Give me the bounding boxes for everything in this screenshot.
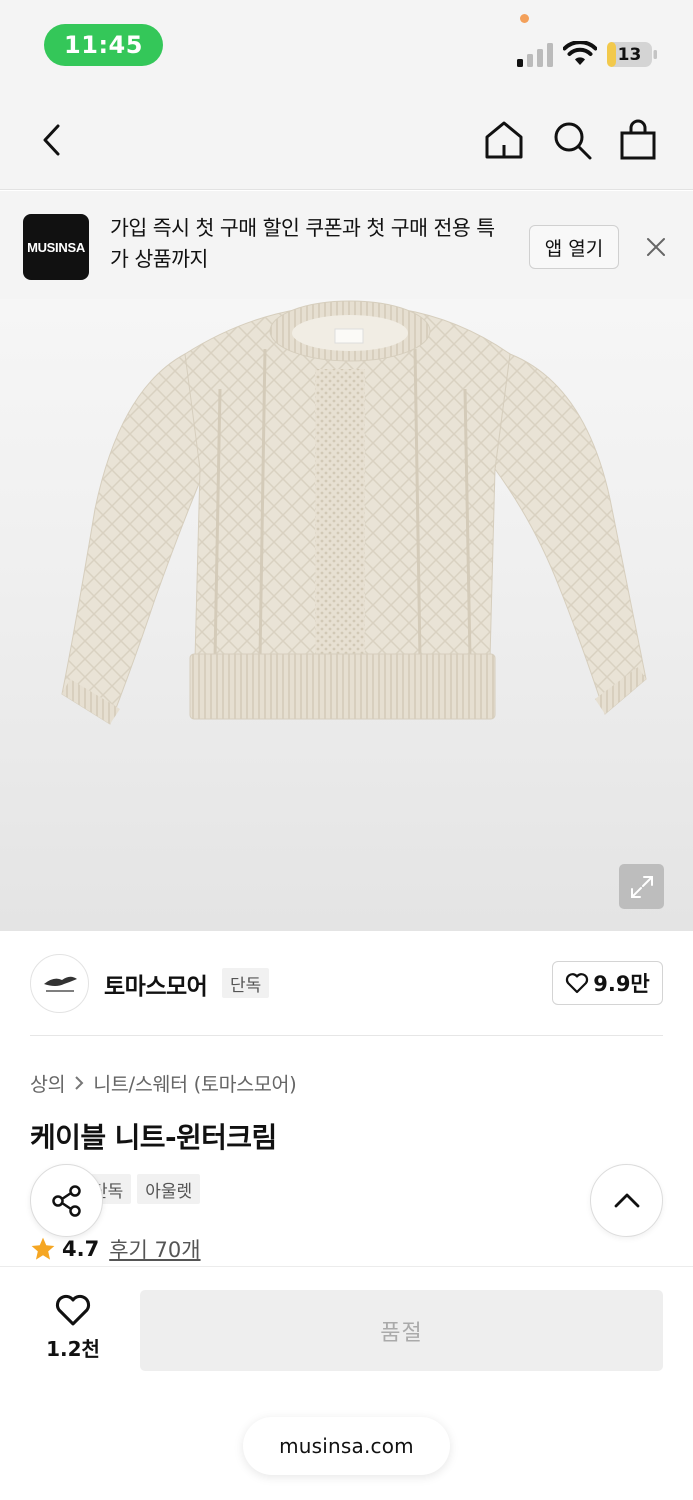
brand-like-button[interactable]: 9.9만 — [552, 961, 663, 1005]
breadcrumb-subcategory[interactable]: 니트/스웨터 (토마스모어) — [93, 1068, 296, 1097]
share-button[interactable] — [30, 1164, 103, 1237]
chevron-left-icon — [43, 124, 60, 156]
star-icon — [31, 1237, 55, 1260]
shopping-bag-button[interactable] — [614, 116, 662, 164]
scroll-to-top-button[interactable] — [590, 1164, 663, 1237]
search-icon — [554, 122, 592, 160]
brand-logo-icon — [43, 976, 77, 992]
reviews-link[interactable]: 후기 70개 — [109, 1234, 200, 1264]
sweater-image — [61, 300, 647, 725]
home-icon — [485, 121, 523, 159]
heart-icon — [566, 973, 589, 994]
soldout-button[interactable]: 품절 — [140, 1290, 663, 1371]
share-icon — [51, 1184, 81, 1217]
brand-like-count: 9.9만 — [593, 972, 650, 996]
wishlist-count: 1.2천 — [46, 1337, 100, 1361]
brand-avatar[interactable] — [30, 954, 89, 1013]
top-navigation — [0, 90, 693, 190]
chevron-right-icon — [75, 1075, 84, 1090]
shopping-bag-icon — [620, 119, 656, 160]
rating-row: 4.7 후기 70개 — [30, 1234, 201, 1264]
musinsa-logo: MUSINSA — [23, 214, 89, 280]
product-image[interactable] — [0, 299, 693, 931]
brand-row: 토마스모어 단독 9.9만 — [0, 931, 693, 1036]
privacy-indicator-dot — [520, 14, 529, 23]
cellular-signal-icon — [517, 43, 553, 67]
brand-name[interactable]: 토마스모어 — [104, 967, 208, 1001]
app-install-banner: MUSINSA 가입 즉시 첫 구매 할인 쿠폰과 첫 구매 전용 특가 상품까… — [0, 191, 693, 299]
battery-level: 13 — [617, 44, 642, 65]
search-button[interactable] — [548, 116, 596, 164]
product-tag-outlet: 아울렛 — [137, 1174, 201, 1204]
home-button[interactable] — [480, 116, 528, 164]
brand-exclusive-tag: 단독 — [222, 968, 270, 998]
close-icon — [647, 238, 665, 256]
status-time: 11:45 — [44, 24, 163, 66]
breadcrumb-category[interactable]: 상의 — [30, 1068, 66, 1097]
chevron-up-icon — [614, 1193, 639, 1207]
product-title: 케이블 니트-윈터크림 — [30, 1121, 277, 1154]
wifi-icon — [563, 41, 597, 65]
browser-url-bar[interactable]: musinsa.com — [243, 1417, 450, 1475]
expand-image-button[interactable] — [619, 864, 664, 909]
bottom-action-bar: 1.2천 품절 musinsa.com — [0, 1266, 693, 1500]
battery-icon: 13 — [606, 41, 658, 68]
open-app-button[interactable]: 앱 열기 — [529, 225, 619, 269]
heart-icon — [55, 1294, 91, 1326]
rating-value: 4.7 — [62, 1237, 100, 1261]
expand-icon — [630, 875, 653, 898]
divider — [30, 1035, 663, 1036]
banner-message: 가입 즉시 첫 구매 할인 쿠폰과 첫 구매 전용 특가 상품까지 — [110, 216, 495, 271]
breadcrumb: 상의 니트/스웨터 (토마스모어) — [30, 1068, 297, 1097]
wishlist-button[interactable]: 1.2천 — [30, 1293, 116, 1369]
back-button[interactable] — [30, 117, 76, 163]
status-bar: 11:45 13 — [0, 0, 693, 90]
banner-close-button[interactable] — [640, 231, 672, 263]
